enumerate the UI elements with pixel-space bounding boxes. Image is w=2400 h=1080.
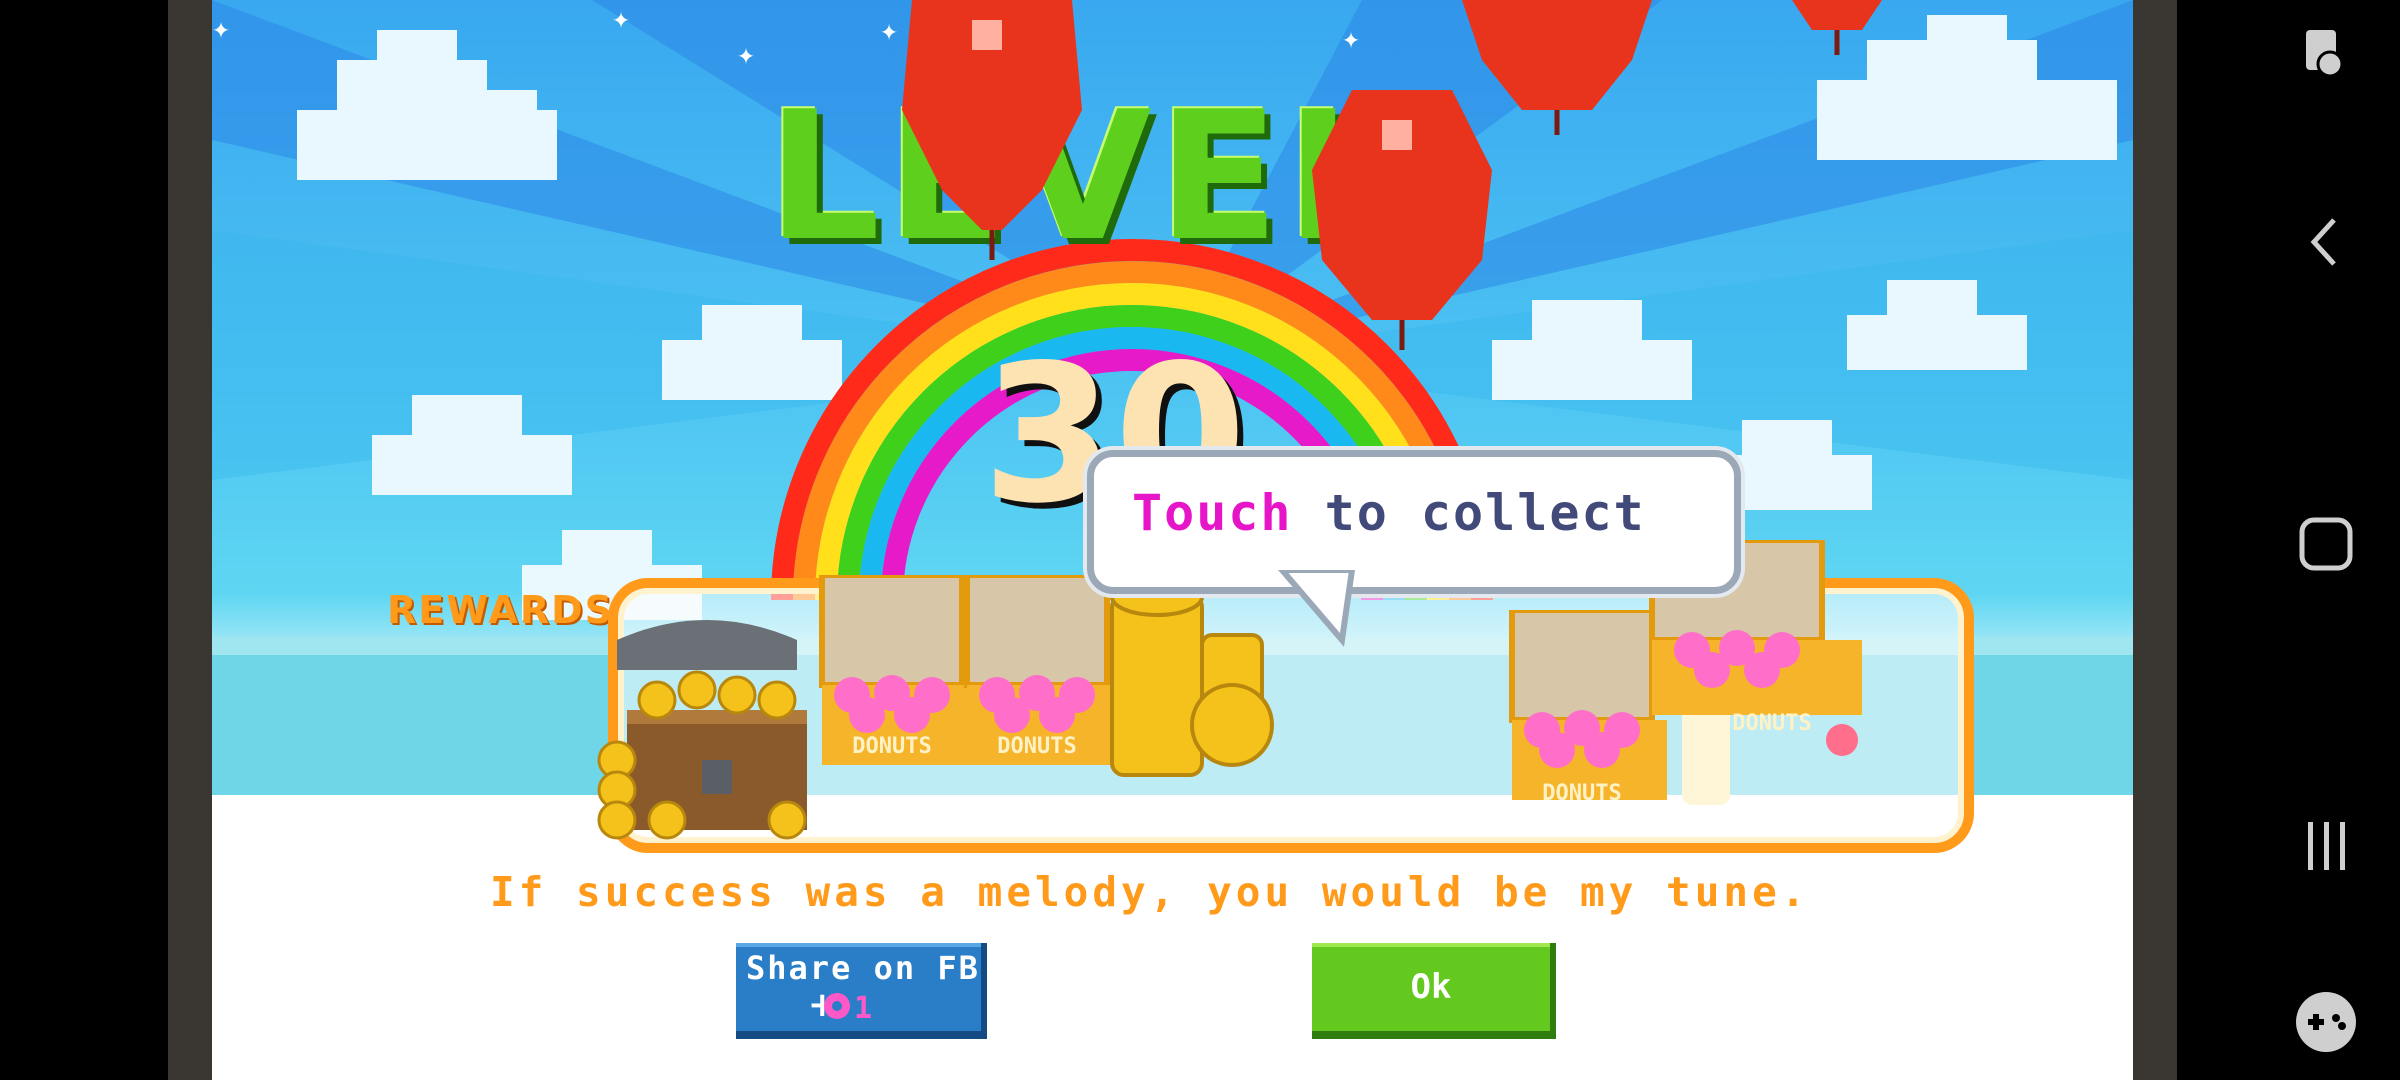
touch-word: Touch xyxy=(1132,484,1293,542)
donut-box-label: DONUTS xyxy=(1542,781,1621,806)
balloon-icon xyxy=(902,0,1082,260)
coin-stack-icon xyxy=(1110,577,1274,777)
quote-text: If success was a melody, you would be my… xyxy=(490,868,1810,916)
sparkle-icon: ✦ xyxy=(612,1,631,36)
to-collect-words: to collect xyxy=(1292,484,1646,542)
donut-icon xyxy=(824,993,850,1019)
cloud-icon xyxy=(297,30,557,180)
screen-assistant-icon[interactable] xyxy=(2290,20,2362,92)
ok-label: Ok xyxy=(1410,967,1452,1007)
sparkle-icon: ✦ xyxy=(737,37,756,72)
treasure-chest-icon xyxy=(597,620,807,840)
sparkle-icon: ✦ xyxy=(1342,21,1361,56)
balloon-icon xyxy=(1792,0,1882,55)
game-launcher-icon[interactable] xyxy=(2290,986,2362,1058)
rewards-label: REWARDS xyxy=(387,588,615,632)
cloud-icon xyxy=(1492,300,1692,400)
level-complete-screen: ✦ ✦ ✦ ✦ ✦ ✦ LEVEL 30 REWARDS DO xyxy=(212,0,2133,1080)
donut-box-label: DONUTS xyxy=(852,734,931,759)
share-on-fb-button[interactable]: Share on FB + 1 xyxy=(736,943,987,1039)
bubble-tail xyxy=(1278,570,1356,647)
donut-box-label: DONUTS xyxy=(1732,711,1811,736)
cloud-icon xyxy=(1847,280,2027,370)
recents-icon[interactable] xyxy=(2290,810,2362,882)
share-reward-amount: 1 xyxy=(854,991,873,1026)
sparkle-icon: ✦ xyxy=(212,11,231,46)
share-on-fb-label: Share on FB xyxy=(746,949,980,987)
donut-box-label: DONUTS xyxy=(997,734,1076,759)
left-bezel xyxy=(168,0,212,1080)
ok-button[interactable]: Ok xyxy=(1312,943,1556,1039)
touch-to-collect-text: Touch to collect xyxy=(1132,484,1646,542)
home-icon[interactable] xyxy=(2290,508,2362,580)
balloon-icon xyxy=(1462,0,1652,135)
right-bezel xyxy=(2133,0,2177,1080)
back-icon[interactable] xyxy=(2290,206,2362,278)
cloud-icon xyxy=(372,395,572,495)
